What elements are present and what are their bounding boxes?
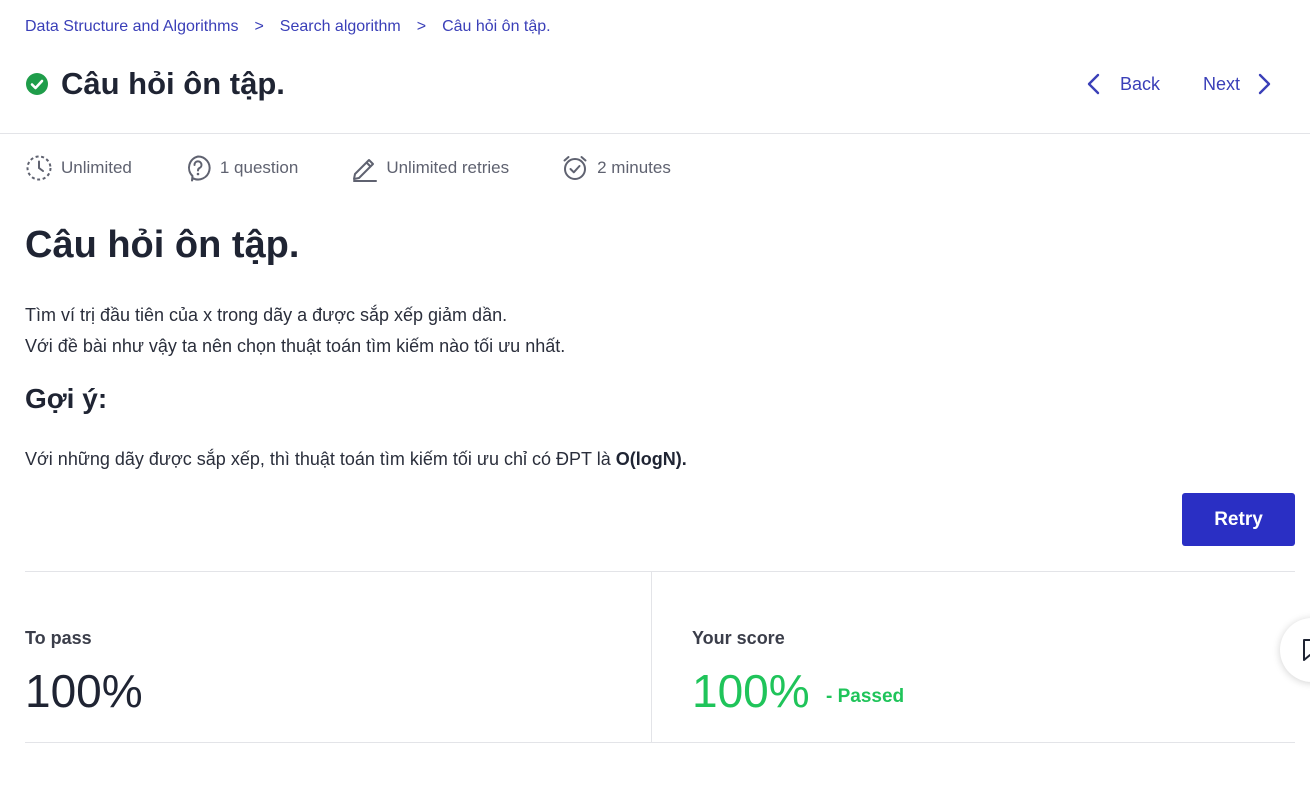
meta-duration: 2 minutes [561, 154, 671, 182]
your-score-section: Your score 100% - Passed [692, 572, 1292, 742]
hint-complexity: O(logN). [615, 449, 687, 469]
score-panel: To pass 100% Your score 100% - Passed [25, 571, 1295, 743]
your-score-value: 100% [692, 665, 810, 717]
meta-time-limit-text: Unlimited [61, 158, 132, 177]
to-pass-value: 100% [25, 665, 143, 717]
pencil-edit-icon [353, 159, 378, 182]
hint-text: Với những dãy được sắp xếp, thì thuật to… [25, 446, 687, 472]
to-pass-label: To pass [25, 628, 92, 648]
question-text: Tìm ví trị đầu tiên của x trong dãy a đư… [25, 300, 565, 362]
pass-status: - Passed [826, 686, 905, 707]
question-line-2: Với đề bài như vậy ta nên chọn thuật toá… [25, 336, 566, 356]
page-header: Câu hỏi ôn tập. Back Next [0, 58, 1310, 134]
hint-title: Gợi ý: [25, 383, 108, 414]
next-button[interactable]: Next [1203, 72, 1274, 96]
to-pass-section: To pass 100% [25, 572, 652, 742]
breadcrumb-separator: > [416, 18, 427, 35]
breadcrumb-item-current[interactable]: Câu hỏi ôn tập. [442, 18, 551, 36]
breadcrumb-item-course[interactable]: Data Structure and Algorithms [25, 18, 238, 36]
quiz-page: Data Structure and Algorithms > Search a… [0, 0, 1310, 798]
bookmark-icon [1303, 639, 1310, 661]
chevron-right-icon [1258, 73, 1271, 95]
question-line-1: Tìm ví trị đầu tiên của x trong dãy a đư… [25, 305, 508, 325]
chevron-left-icon [1087, 73, 1100, 95]
meta-time-limit: Unlimited [25, 154, 132, 182]
meta-retries-text: Unlimited retries [386, 158, 510, 177]
content-title: Câu hỏi ôn tập. [25, 224, 300, 266]
retry-button[interactable]: Retry [1182, 493, 1295, 546]
quiz-meta: Unlimited 1 question Unlimited retries 2… [25, 154, 723, 182]
breadcrumb-item-module[interactable]: Search algorithm [280, 18, 401, 36]
back-label: Back [1120, 73, 1161, 94]
meta-questions: 1 question [184, 154, 298, 182]
breadcrumb-separator: > [254, 18, 264, 35]
meta-retries: Unlimited retries [350, 154, 509, 182]
breadcrumb: Data Structure and Algorithms > Search a… [25, 18, 551, 36]
next-label: Next [1203, 73, 1241, 94]
meta-questions-text: 1 question [219, 158, 299, 177]
back-button[interactable]: Back [1084, 72, 1160, 96]
meta-duration-text: 2 minutes [597, 158, 671, 177]
your-score-label: Your score [692, 628, 785, 648]
clock-dashed-icon [26, 155, 52, 181]
page-title: Câu hỏi ôn tập. [61, 66, 285, 101]
check-circle-icon [26, 73, 48, 95]
hint-body: Với những dãy được sắp xếp, thì thuật to… [25, 449, 616, 469]
alarm-clock-icon [563, 156, 587, 180]
question-bubble-icon [187, 155, 211, 182]
